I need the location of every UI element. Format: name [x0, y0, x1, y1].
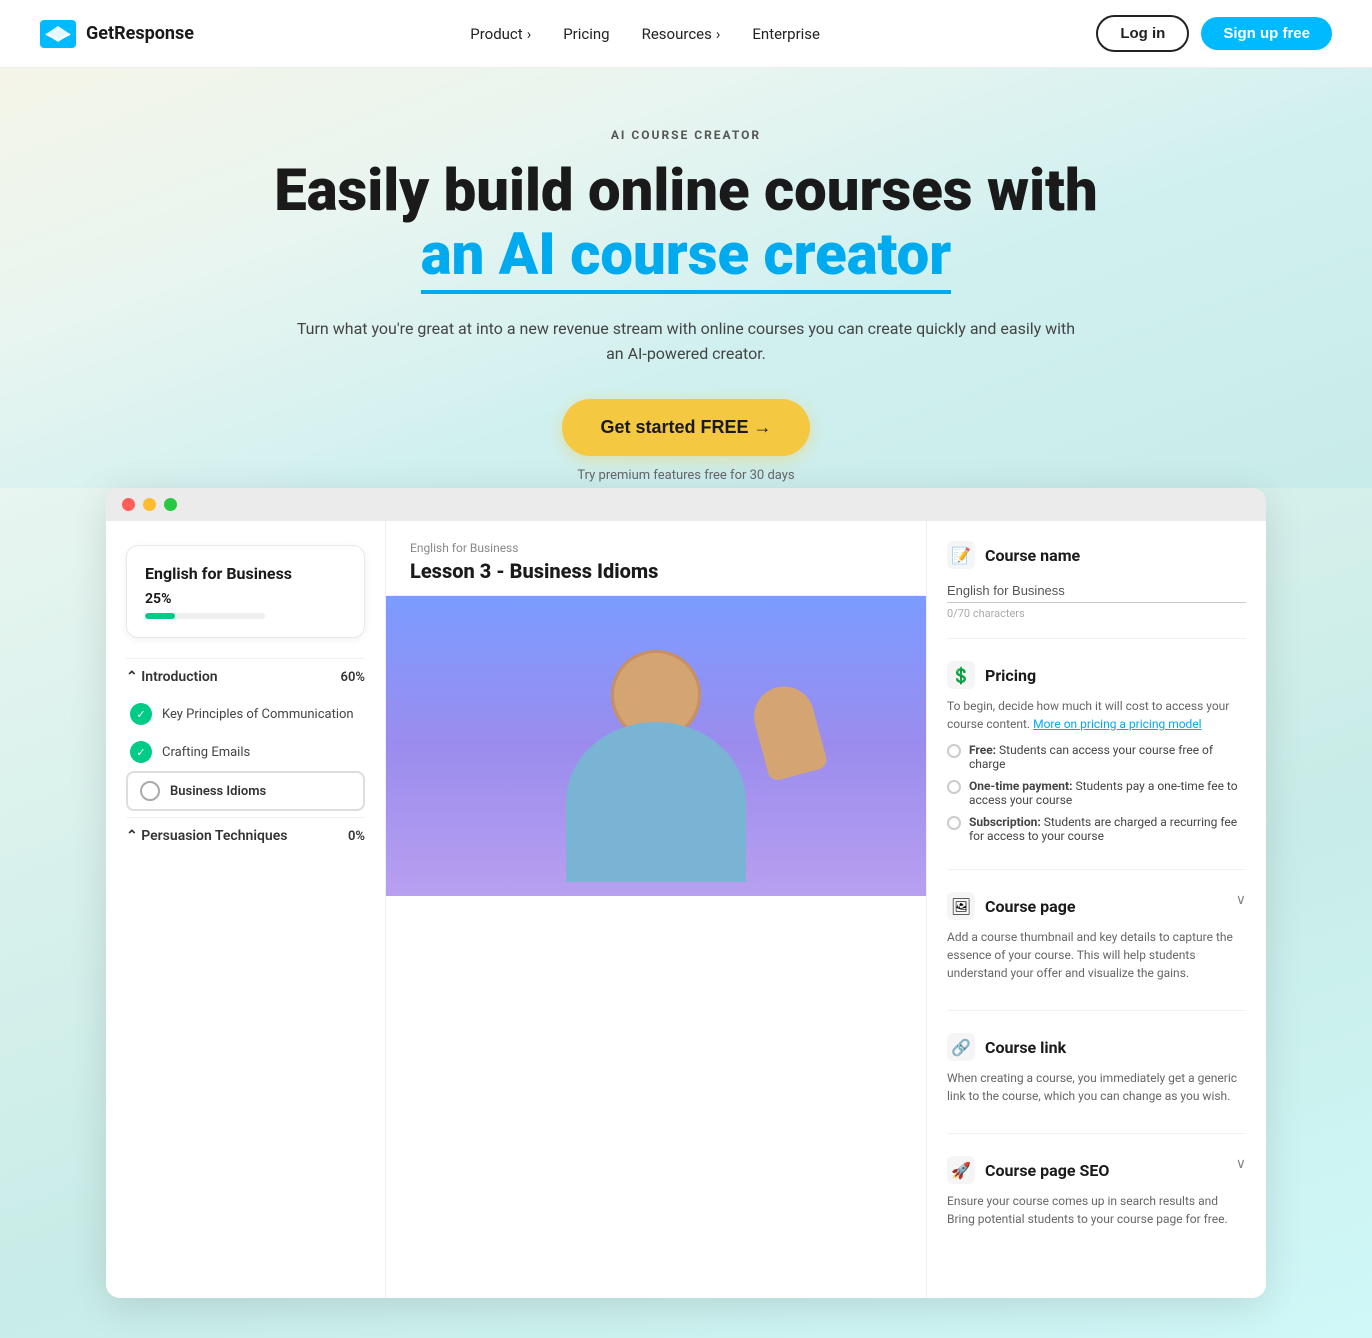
lesson-video: [386, 596, 926, 896]
course-progress-pct: 25%: [145, 591, 346, 607]
login-button[interactable]: Log in: [1096, 15, 1189, 52]
demo-left-panel: English for Business 25% ⌃ Introduction …: [106, 521, 386, 1298]
chevron-down-icon: ›: [716, 25, 721, 43]
pricing-title: Pricing: [985, 666, 1036, 685]
navbar: GetResponse Product › Pricing Resources …: [0, 0, 1372, 68]
person-figure: [386, 596, 926, 896]
course-page-desc: Add a course thumbnail and key details t…: [947, 928, 1246, 982]
person-body: [566, 722, 746, 882]
course-name-input[interactable]: [947, 579, 1246, 603]
window-maximize-dot: [164, 498, 177, 511]
hero-subtitle: Turn what you're great at into a new rev…: [296, 316, 1076, 367]
course-page-title: Course page: [985, 897, 1076, 916]
course-link-title: Course link: [985, 1038, 1066, 1057]
course-page-chevron[interactable]: ∨: [1236, 892, 1246, 908]
person-hand: [747, 680, 828, 782]
demo-right-panel: 📝 Course name 0/70 characters 💲: [926, 521, 1266, 1298]
lesson-progress-circle: [140, 781, 160, 801]
lesson-item-principles: ✓ Key Principles of Communication: [126, 695, 365, 733]
hero-section: AI COURSE CREATOR Easily build online co…: [0, 68, 1372, 488]
course-seo-icon: 🚀: [947, 1156, 975, 1184]
settings-course-link: 🔗 Course link When creating a course, yo…: [947, 1033, 1246, 1134]
nav-actions: Log in Sign up free: [1096, 15, 1332, 52]
window-close-dot: [122, 498, 135, 511]
demo-center-panel: English for Business Lesson 3 - Business…: [386, 521, 926, 1298]
pricing-icon: 💲: [947, 661, 975, 689]
progress-bar-fill: [145, 613, 175, 619]
lesson-course-name: English for Business: [410, 541, 902, 555]
module-header-persuasion[interactable]: ⌃ Persuasion Techniques 0%: [126, 817, 365, 854]
logo-text: GetResponse: [86, 23, 194, 44]
demo-body: English for Business 25% ⌃ Introduction …: [106, 521, 1266, 1298]
pricing-option-subscription: Subscription: Students are charged a rec…: [947, 815, 1246, 843]
hero-eyebrow: AI COURSE CREATOR: [40, 128, 1332, 142]
settings-course-name: 📝 Course name 0/70 characters: [947, 541, 1246, 639]
pricing-desc: To begin, decide how much it will cost t…: [947, 697, 1246, 733]
hero-title-line1: Easily build online courses with: [274, 157, 1097, 225]
nav-enterprise[interactable]: Enterprise: [752, 25, 820, 43]
cta-button[interactable]: Get started FREE →: [562, 399, 809, 456]
lesson-check-done: ✓: [130, 703, 152, 725]
progress-bar-background: [145, 613, 265, 619]
module-header-introduction[interactable]: ⌃ Introduction 60%: [126, 658, 365, 695]
logo[interactable]: GetResponse: [40, 20, 194, 48]
course-seo-chevron[interactable]: ∨: [1236, 1156, 1246, 1172]
demo-wrapper: English for Business 25% ⌃ Introduction …: [0, 488, 1372, 1338]
course-name-chars: 0/70 characters: [947, 607, 1246, 620]
module-persuasion: ⌃ Persuasion Techniques 0%: [126, 817, 365, 854]
course-page-icon: 🖼: [947, 892, 975, 920]
nav-links: Product › Pricing Resources › Enterprise: [470, 25, 820, 43]
lesson-item-emails: ✓ Crafting Emails: [126, 733, 365, 771]
settings-course-seo: 🚀 Course page SEO ∨ Ensure your course c…: [947, 1156, 1246, 1256]
course-card: English for Business 25%: [126, 545, 365, 638]
course-name-title: Course name: [985, 546, 1080, 565]
course-link-desc: When creating a course, you immediately …: [947, 1069, 1246, 1105]
hero-trial-note: Try premium features free for 30 days: [40, 468, 1332, 483]
demo-window: English for Business 25% ⌃ Introduction …: [106, 488, 1266, 1298]
signup-button[interactable]: Sign up free: [1201, 17, 1332, 50]
course-link-icon: 🔗: [947, 1033, 975, 1061]
getresponse-logo-icon: [40, 20, 76, 48]
video-person-bg: [386, 596, 926, 896]
nav-product[interactable]: Product ›: [470, 25, 531, 43]
lesson-title: Lesson 3 - Business Idioms: [410, 559, 902, 583]
lesson-header: English for Business Lesson 3 - Business…: [386, 521, 926, 596]
pricing-option-one-time: One-time payment: Students pay a one-tim…: [947, 779, 1246, 807]
demo-titlebar: [106, 488, 1266, 521]
nav-pricing[interactable]: Pricing: [563, 25, 609, 43]
settings-pricing: 💲 Pricing To begin, decide how much it w…: [947, 661, 1246, 870]
chevron-down-icon: ›: [527, 25, 532, 43]
settings-course-page: 🖼 Course page ∨ Add a course thumbnail a…: [947, 892, 1246, 1011]
radio-one-time[interactable]: [947, 780, 961, 794]
radio-subscription[interactable]: [947, 816, 961, 830]
course-seo-desc: Ensure your course comes up in search re…: [947, 1192, 1246, 1228]
module-introduction: ⌃ Introduction 60% ✓ Key Principles of C…: [126, 658, 365, 811]
course-name-icon: 📝: [947, 541, 975, 569]
course-card-title: English for Business: [145, 564, 346, 583]
radio-free[interactable]: [947, 744, 961, 758]
pricing-link[interactable]: More on pricing a pricing model: [1033, 717, 1202, 731]
pricing-option-free: Free: Students can access your course fr…: [947, 743, 1246, 771]
hero-title: Easily build online courses with an AI c…: [40, 160, 1332, 294]
lesson-check-done-2: ✓: [130, 741, 152, 763]
hero-title-line2: an AI course creator: [421, 224, 951, 294]
window-minimize-dot: [143, 498, 156, 511]
course-seo-title: Course page SEO: [985, 1161, 1109, 1180]
lesson-item-business-idioms-active[interactable]: Business Idioms: [126, 771, 365, 811]
nav-resources[interactable]: Resources ›: [642, 25, 721, 43]
